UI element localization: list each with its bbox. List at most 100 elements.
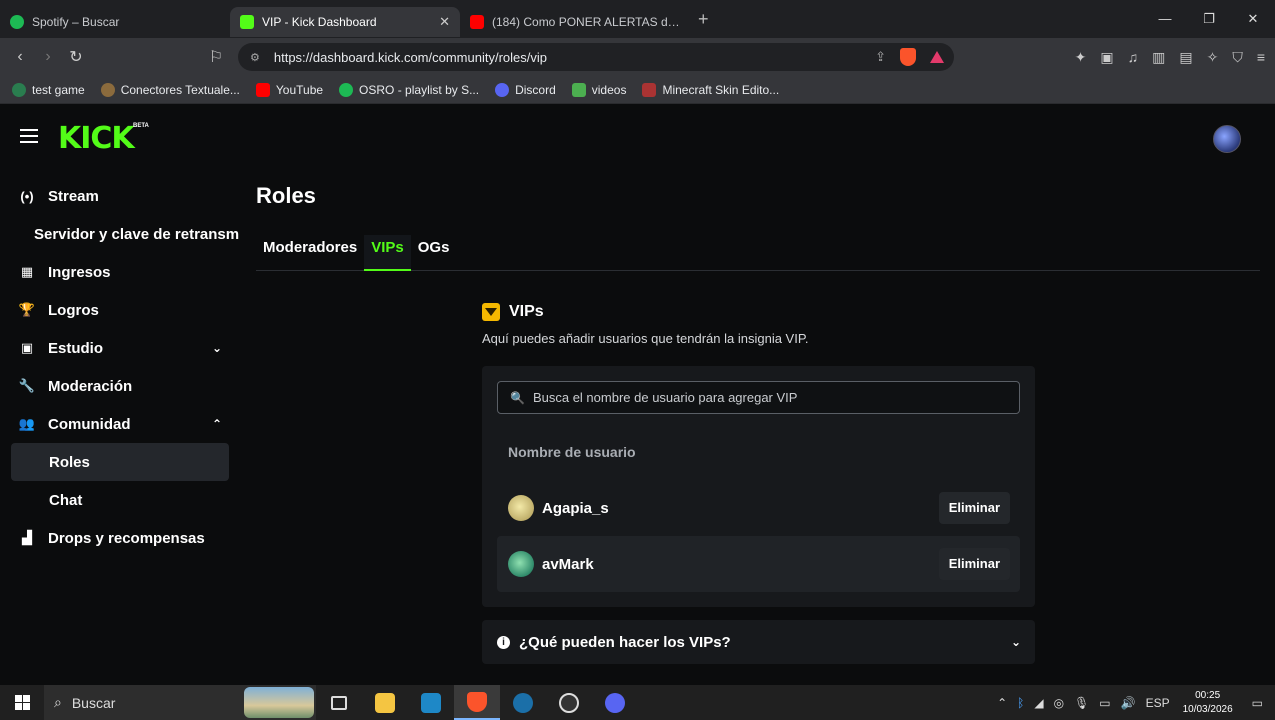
url-text: https://dashboard.kick.com/community/rol… (273, 49, 547, 65)
sidebar-item-label: Estudio (48, 339, 103, 357)
remove-vip-button[interactable]: Eliminar (938, 492, 1010, 524)
system-tray: ⌃ ᛒ ◢ ◎ 🎙 ▭ 🔊 ESP 00:25 10/03/2026 ▭ (992, 685, 1275, 720)
wallet-icon[interactable]: ▤ (1179, 49, 1192, 66)
chevron-up-icon[interactable]: ⌃ (212, 417, 222, 431)
sidebar-item-label: Comunidad (48, 415, 131, 433)
remove-vip-button[interactable]: Eliminar (938, 548, 1010, 580)
youtube-icon (470, 15, 484, 29)
kick-icon (240, 15, 254, 29)
taskbar-search[interactable]: ⌕ Buscar (44, 685, 316, 720)
kick-dashboard-page: KICK BETA (•) Stream Servidor y clave de … (0, 105, 1275, 685)
bookmark-youtube[interactable]: YouTube (255, 82, 323, 97)
notifications-icon[interactable]: ▭ (1252, 696, 1263, 710)
tab-moderadores[interactable]: Moderadores (256, 235, 364, 271)
menu-icon[interactable]: ≡ (1257, 49, 1265, 66)
task-view-icon (331, 695, 347, 710)
back-icon[interactable]: ‹ (6, 48, 34, 66)
tab-vips[interactable]: VIPs (364, 235, 411, 271)
site-settings-icon[interactable]: ⚙ (250, 51, 260, 64)
sidebar-item-chat[interactable]: Chat (0, 481, 240, 519)
vips-panel: VIPs Aquí puedes añadir usuarios que ten… (482, 303, 1035, 607)
avatar (508, 551, 534, 577)
start-button[interactable] (0, 685, 44, 720)
sidebar-item-stream[interactable]: (•) Stream (0, 177, 240, 215)
tab-kick-dashboard[interactable]: VIP - Kick Dashboard ✕ (230, 7, 460, 37)
section-title: VIPs (509, 303, 544, 320)
bookmark-test-game[interactable]: test game (12, 82, 85, 97)
sidebar-item-label: Stream (48, 187, 99, 205)
brave-rewards-icon[interactable] (930, 51, 944, 63)
extensions-icon[interactable]: ✦ (1075, 49, 1087, 66)
obs-button[interactable] (546, 685, 592, 720)
section-header: VIPs (482, 303, 1035, 321)
sidebar-item-drops[interactable]: ▟ Drops y recompensas (0, 519, 240, 557)
roles-tabs: Moderadores VIPs OGs (256, 235, 1260, 271)
reload-icon[interactable]: ↻ (62, 47, 90, 67)
tab-search-icon[interactable]: ▣ (1100, 49, 1113, 66)
forward-icon[interactable]: › (34, 48, 62, 66)
bookmark-discord[interactable]: Discord (495, 82, 556, 97)
bookmark-minecraft[interactable]: Minecraft Skin Edito... (642, 82, 779, 97)
chevron-up-icon[interactable]: ⌃ (997, 696, 1007, 710)
sidebar-item-ingresos[interactable]: ▦ Ingresos (0, 253, 240, 291)
remote-app-button[interactable] (408, 685, 454, 720)
task-view-button[interactable] (316, 685, 362, 720)
hamburger-menu-icon[interactable] (20, 129, 38, 147)
chevron-down-icon: ⌄ (1010, 635, 1021, 649)
tab-youtube[interactable]: (184) Como PONER ALERTAS de KICK (460, 7, 690, 37)
restore-icon[interactable]: ❐ (1187, 0, 1231, 38)
close-window-icon[interactable]: ✕ (1231, 0, 1275, 38)
clock[interactable]: 00:25 10/03/2026 (1183, 689, 1233, 717)
faq-accordion[interactable]: i ¿Qué pueden hacer los VIPs? ⌄ (482, 620, 1035, 664)
tab-spotify[interactable]: Spotify – Buscar (0, 7, 230, 37)
user-avatar[interactable] (1213, 125, 1241, 153)
steam-button[interactable] (500, 685, 546, 720)
brave-shield-icon[interactable] (900, 48, 916, 66)
file-explorer-button[interactable] (362, 685, 408, 720)
tab-ogs[interactable]: OGs (411, 235, 457, 271)
brave-taskbar-button[interactable] (454, 685, 500, 720)
tab-title: Spotify – Buscar (32, 15, 120, 29)
share-icon[interactable]: ⇪ (875, 49, 886, 65)
kick-logo[interactable]: KICK (58, 121, 135, 156)
sidebar-item-logros[interactable]: 🏆 Logros (0, 291, 240, 329)
sidebar-item-server-key[interactable]: Servidor y clave de retransm (0, 215, 240, 253)
bookmark-label: OSRO - playlist by S... (359, 82, 480, 97)
sidebar-icon[interactable]: ▥ (1152, 49, 1165, 66)
username: avMark (542, 555, 594, 573)
obs-icon (559, 692, 579, 713)
main-content: Roles Moderadores VIPs OGs VIPs Aquí pue… (256, 183, 1260, 664)
battery-icon[interactable]: ▭ (1099, 696, 1110, 710)
spotify-icon (339, 82, 354, 97)
bookmark-conectores[interactable]: Conectores Textuale... (100, 82, 240, 97)
address-bar[interactable]: ⚙ https://dashboard.kick.com/community/r… (238, 43, 954, 71)
bookmark-osro[interactable]: OSRO - playlist by S... (339, 82, 480, 97)
sidebar-item-label: Chat (49, 491, 83, 509)
bookmark-icon[interactable]: ⚐ (202, 47, 230, 67)
folder-icon (375, 692, 395, 713)
camera-icon[interactable]: ◎ (1054, 696, 1064, 710)
media-icon[interactable]: ♫ (1128, 49, 1139, 66)
sidebar-item-moderacion[interactable]: 🔧 Moderación (0, 367, 240, 405)
sidebar-item-roles[interactable]: Roles (11, 443, 229, 481)
leo-icon[interactable]: ✧ (1207, 49, 1219, 66)
drops-icon: ▟ (22, 530, 32, 545)
network-icon[interactable]: ◢ (1034, 696, 1043, 710)
bluetooth-icon[interactable]: ᛒ (1017, 696, 1024, 710)
avatar (508, 495, 534, 521)
language-indicator[interactable]: ESP (1146, 696, 1170, 710)
taskbar-search-label: Buscar (71, 694, 116, 711)
new-tab-button[interactable]: + (698, 9, 709, 30)
vpn-icon[interactable]: ⛉ (1232, 49, 1243, 66)
close-tab-icon[interactable]: ✕ (439, 14, 450, 30)
minimize-icon[interactable]: — (1143, 0, 1187, 38)
clock-date: 10/03/2026 (1182, 703, 1233, 715)
discord-button[interactable] (592, 685, 638, 720)
search-input[interactable] (532, 390, 1003, 405)
volume-icon[interactable]: 🔊 (1121, 696, 1136, 710)
bookmark-videos[interactable]: videos (571, 82, 626, 97)
chevron-down-icon[interactable]: ⌄ (212, 341, 222, 355)
sidebar-item-estudio[interactable]: ▣ Estudio ⌄ (0, 329, 240, 367)
sidebar-item-comunidad[interactable]: 👥 Comunidad ⌃ (0, 405, 240, 443)
microphone-icon[interactable]: 🎙 (1074, 696, 1089, 710)
